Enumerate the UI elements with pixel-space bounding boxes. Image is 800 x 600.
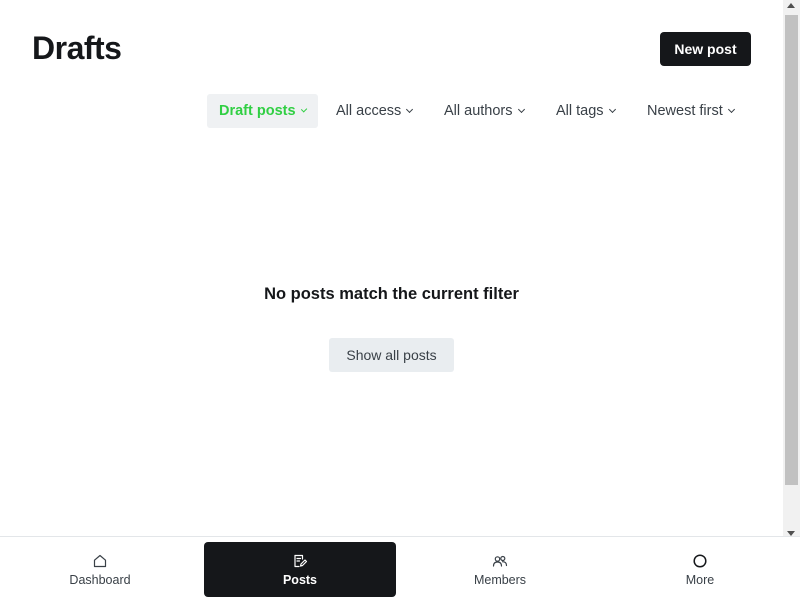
main-content: Drafts New post Draft posts All access A… <box>0 0 783 536</box>
chevron-down-icon <box>406 105 414 114</box>
home-icon <box>91 552 109 570</box>
scroll-up-arrow-icon[interactable] <box>787 3 795 8</box>
chevron-down-icon <box>300 106 308 113</box>
bottom-navigation: Dashboard Posts Members More <box>0 536 800 600</box>
nav-item-posts[interactable]: Posts <box>204 542 396 597</box>
nav-item-dashboard[interactable]: Dashboard <box>4 542 196 597</box>
type-filter-dropdown[interactable]: Draft posts <box>207 94 318 128</box>
scrollbar-thumb[interactable] <box>785 15 798 485</box>
type-filter-label: Draft posts <box>219 103 296 119</box>
nav-item-more[interactable]: More <box>604 542 796 597</box>
nav-label-dashboard: Dashboard <box>69 573 131 587</box>
page-title: Drafts <box>32 30 122 66</box>
new-post-button[interactable]: New post <box>660 32 751 66</box>
order-filter-dropdown[interactable]: Newest first <box>647 94 735 128</box>
chevron-down-icon <box>517 105 525 114</box>
authors-filter-label: All authors <box>444 103 513 119</box>
posts-icon <box>291 552 309 570</box>
nav-label-members: Members <box>473 573 527 587</box>
vertical-scrollbar[interactable] <box>783 0 800 536</box>
nav-item-members[interactable]: Members <box>404 542 596 597</box>
access-filter-label: All access <box>336 103 402 119</box>
chevron-down-icon <box>727 105 735 114</box>
tags-filter-dropdown[interactable]: All tags <box>556 94 616 128</box>
more-circle-icon <box>691 552 709 570</box>
tags-filter-label: All tags <box>556 103 604 119</box>
show-all-posts-button[interactable]: Show all posts <box>329 338 454 372</box>
filter-bar: Draft posts All access All authors All t… <box>0 94 783 128</box>
members-icon <box>491 552 509 570</box>
authors-filter-dropdown[interactable]: All authors <box>444 94 525 128</box>
order-filter-label: Newest first <box>647 103 723 119</box>
empty-state-message: No posts match the current filter <box>264 285 519 303</box>
nav-label-posts: Posts <box>282 573 318 587</box>
nav-label-more: More <box>685 573 715 587</box>
access-filter-dropdown[interactable]: All access <box>336 94 414 128</box>
chevron-down-icon <box>608 105 616 114</box>
